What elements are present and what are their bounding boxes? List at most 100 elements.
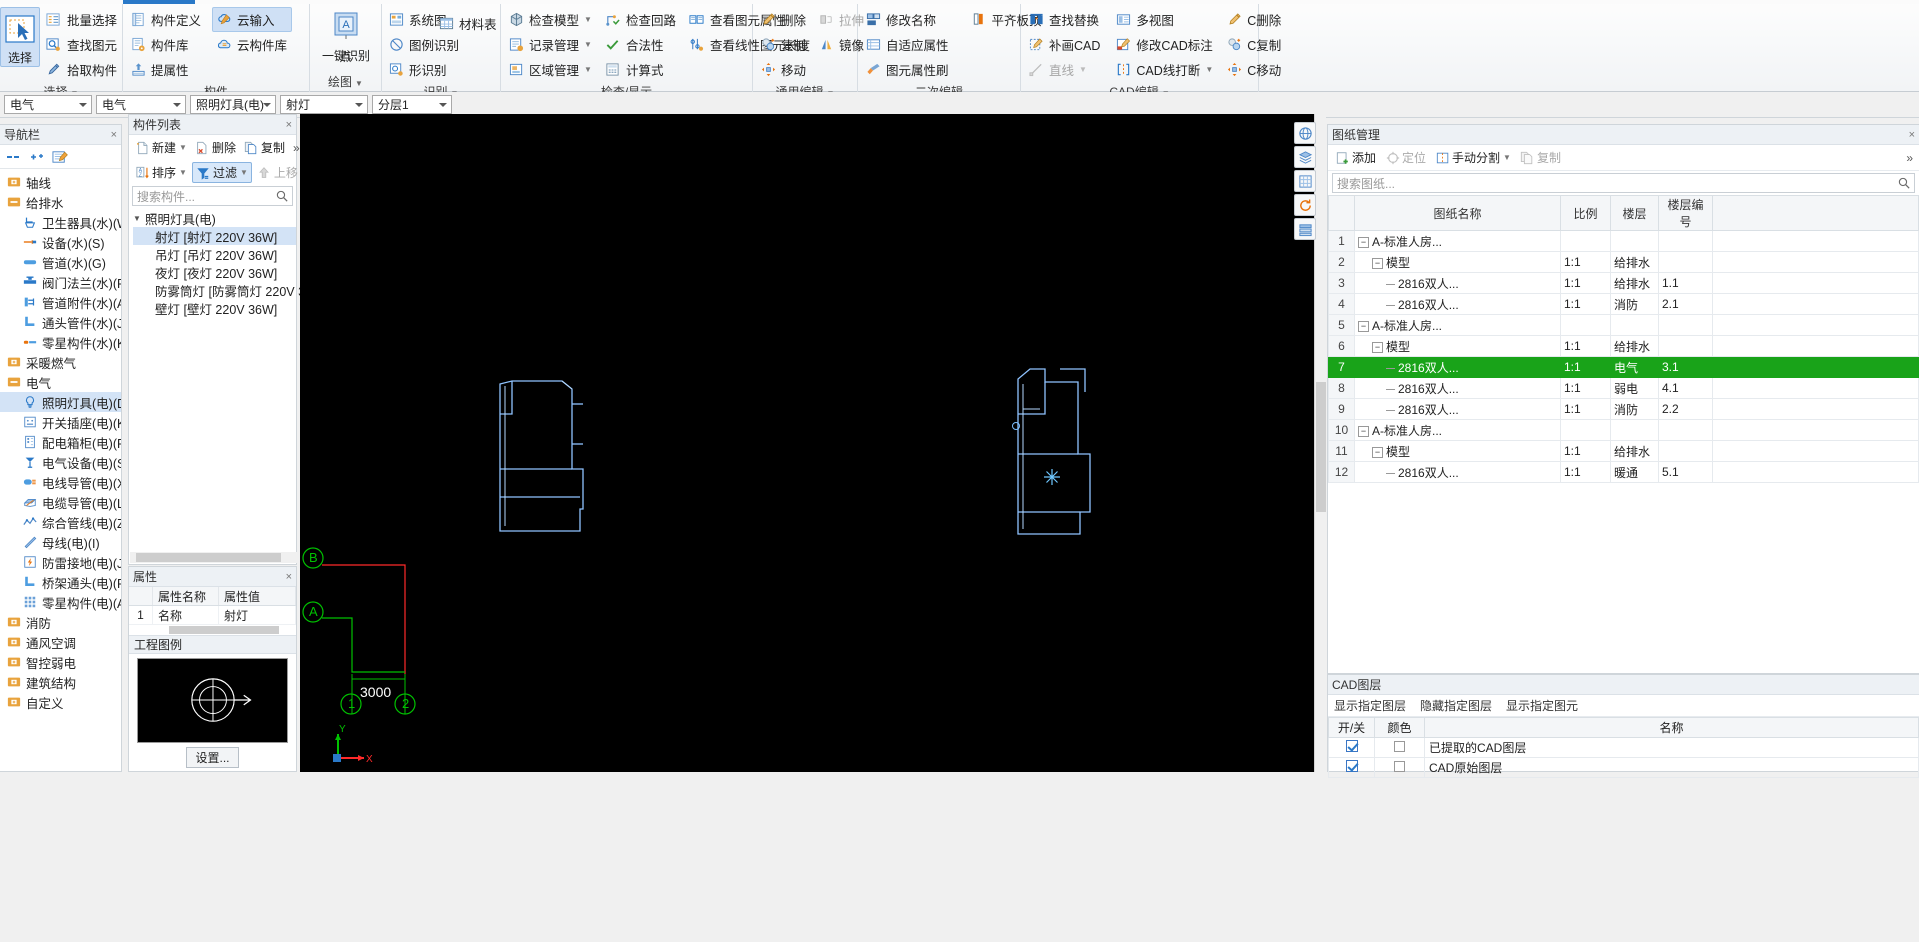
sidebar-item-16[interactable]: 电缆导管(电)(L)	[0, 492, 121, 512]
discipline-selector[interactable]: 电气	[4, 95, 92, 114]
sidebar-item-25[interactable]: 建筑结构	[0, 672, 121, 692]
checkbox-icon[interactable]	[1345, 760, 1358, 772]
sidebar-item-0[interactable]: 轴线	[0, 172, 121, 192]
ribbon-group-draw-label[interactable]: 绘图 ▼	[310, 72, 381, 92]
c-copy-button[interactable]: C复制	[1222, 32, 1286, 57]
table-row[interactable]: 1− A-标准人房...	[1328, 230, 1919, 252]
table-row[interactable]: 8 2816双人... 1:1 弱电 4.1	[1328, 377, 1919, 399]
table-row[interactable]: 10− A-标准人房...	[1328, 419, 1919, 441]
drawing-floorno-cell[interactable]	[1658, 230, 1713, 252]
move-button[interactable]: 移动	[756, 57, 811, 82]
close-icon[interactable]: ×	[286, 119, 292, 131]
legend-settings-button[interactable]: 设置...	[186, 747, 239, 768]
filter-button[interactable]: 过滤 ▼	[191, 162, 252, 183]
chevron-down-icon[interactable]: ▼	[240, 168, 248, 177]
component-search-input[interactable]: 搜索构件...	[132, 186, 293, 206]
chevron-down-icon[interactable]: ▼	[584, 65, 592, 74]
drawing-scale-cell[interactable]: 1:1	[1560, 335, 1611, 357]
sidebar-item-22[interactable]: 消防	[0, 612, 121, 632]
drawing-scale-cell[interactable]	[1560, 230, 1611, 252]
drawing-toolbar-more[interactable]: »	[1903, 147, 1919, 168]
drawing-floor-cell[interactable]: 弱电	[1610, 377, 1659, 399]
chevron-down-icon[interactable]: ▼	[179, 168, 187, 177]
drawing-scale-cell[interactable]	[1560, 314, 1611, 336]
layer-selector[interactable]: 分层1	[372, 95, 452, 114]
drawing-name-cell[interactable]: 2816双人...	[1354, 356, 1561, 378]
table-row[interactable]: 12 2816双人... 1:1 暖通 5.1	[1328, 461, 1919, 483]
manual-split-button[interactable]: 手动分割 ▼	[1432, 147, 1514, 168]
drawing-name-cell[interactable]: − 模型	[1354, 440, 1561, 462]
drawing-floorno-cell[interactable]	[1658, 419, 1713, 441]
property-brush-button[interactable]: 图元属性刷	[861, 57, 954, 82]
drawing-name-cell[interactable]: − 模型	[1354, 335, 1561, 357]
drawing-floorno-cell[interactable]: 4.1	[1658, 377, 1713, 399]
component-tree-item[interactable]: 夜灯 [夜灯 220V 36W]	[133, 263, 296, 281]
sidebar-item-8[interactable]: 零星构件(水)(K)	[0, 332, 121, 352]
find-element-button[interactable]: 查找图元	[42, 32, 122, 57]
check-circuit-button[interactable]: 检查回路	[601, 7, 681, 32]
sidebar-item-7[interactable]: 通头管件(水)(J)	[0, 312, 121, 332]
sidebar-item-6[interactable]: 管道附件(水)(A)	[0, 292, 121, 312]
layer-color-cell[interactable]	[1374, 737, 1425, 758]
sidebar-item-24[interactable]: 智控弱电	[0, 652, 121, 672]
drawing-name-cell[interactable]: − 模型	[1354, 251, 1561, 273]
show-specified-layer-button[interactable]: 显示指定图层	[1334, 697, 1406, 714]
chevron-down-icon[interactable]: ▼	[1503, 153, 1511, 162]
category-selector[interactable]: 照明灯具(电)	[190, 95, 276, 114]
layer-name-cell[interactable]: CAD原始图层	[1424, 757, 1919, 778]
search-icon[interactable]	[1898, 177, 1910, 189]
drawing-name-cell[interactable]: − A-标准人房...	[1354, 419, 1561, 441]
drawing-floorno-cell[interactable]	[1658, 314, 1713, 336]
drawing-scale-cell[interactable]: 1:1	[1560, 356, 1611, 378]
drawing-floor-cell[interactable]: 给排水	[1610, 272, 1659, 294]
drawing-col-floor[interactable]: 楼层	[1610, 195, 1659, 231]
adaptive-property-button[interactable]: 自适应属性	[861, 32, 954, 57]
collapse-all-icon[interactable]	[6, 151, 22, 163]
drawing-floorno-cell[interactable]	[1658, 335, 1713, 357]
drawing-scale-cell[interactable]: 1:1	[1560, 293, 1611, 315]
drawing-floorno-cell[interactable]: 2.2	[1658, 398, 1713, 420]
pick-component-button[interactable]: 拾取构件	[42, 57, 122, 82]
expand-icon[interactable]: −	[1358, 425, 1369, 437]
multi-view-button[interactable]: 多视图	[1111, 7, 1218, 32]
drawing-floorno-cell[interactable]	[1658, 251, 1713, 273]
component-selector[interactable]: 射灯	[280, 95, 368, 114]
c-delete-button[interactable]: C删除	[1222, 7, 1286, 32]
table-row[interactable]: 5− A-标准人房...	[1328, 314, 1919, 336]
new-component-button[interactable]: 新建 ▼	[132, 137, 190, 158]
drawing-floor-cell[interactable]: 给排水	[1610, 335, 1659, 357]
chevron-down-icon[interactable]: ▼	[133, 214, 143, 223]
component-tree-item[interactable]: 壁灯 [壁灯 220V 36W]	[133, 299, 296, 317]
component-tree-group[interactable]: ▼ 照明灯具(电)	[133, 209, 296, 227]
chevron-down-icon[interactable]: ▼	[584, 40, 592, 49]
drawing-col-scale[interactable]: 比例	[1560, 195, 1611, 231]
attribute-row[interactable]: 1 名称 射灯	[129, 606, 296, 625]
check-model-button[interactable]: 检查模型 ▼	[504, 7, 597, 32]
delete-button[interactable]: 删除	[756, 7, 811, 32]
sidebar-item-11[interactable]: 照明灯具(电)(D)	[0, 392, 121, 412]
component-tree-item[interactable]: 防雾筒灯 [防雾筒灯 220V 36W	[133, 281, 324, 299]
drawing-floor-cell[interactable]	[1610, 230, 1659, 252]
drawing-name-cell[interactable]: − A-标准人房...	[1354, 314, 1561, 336]
drawing-floor-cell[interactable]	[1610, 314, 1659, 336]
one-key-recognize-tool[interactable]: A 一键识别	[315, 6, 377, 64]
drawing-floorno-cell[interactable]	[1658, 440, 1713, 462]
system-selector[interactable]: 电气	[96, 95, 186, 114]
expand-icon[interactable]: −	[1372, 341, 1383, 353]
sidebar-item-20[interactable]: 桥架通头(电)(R)	[0, 572, 121, 592]
component-library-button[interactable]: 构件库	[126, 32, 206, 57]
sidebar-item-19[interactable]: 防雷接地(电)(J)	[0, 552, 121, 572]
validity-check-button[interactable]: 合法性	[601, 32, 681, 57]
edit-cad-dim-button[interactable]: 修改CAD标注	[1111, 32, 1218, 57]
search-icon[interactable]	[276, 190, 288, 202]
refresh-icon[interactable]	[1294, 194, 1316, 216]
table-row[interactable]: 3 2816双人... 1:1 给排水 1.1	[1328, 272, 1919, 294]
drawing-floorno-cell[interactable]: 5.1	[1658, 461, 1713, 483]
drawing-floorno-cell[interactable]: 2.1	[1658, 293, 1713, 315]
drawing-name-cell[interactable]: 2816双人...	[1354, 398, 1561, 420]
drawing-floorno-cell[interactable]: 3.1	[1658, 356, 1713, 378]
layer-visibility-checkbox[interactable]	[1328, 737, 1375, 758]
c-move-button[interactable]: C移动	[1222, 57, 1286, 82]
find-replace-button[interactable]: 查找替换	[1024, 7, 1105, 32]
layers-icon[interactable]	[1294, 146, 1316, 168]
